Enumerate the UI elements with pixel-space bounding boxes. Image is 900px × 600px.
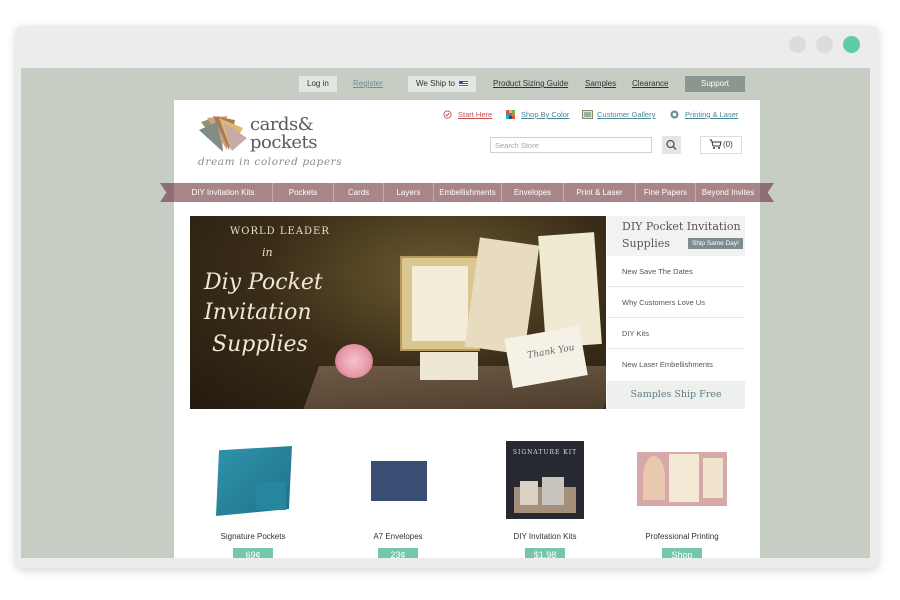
side-link-why-customers[interactable]: Why Customers Love Us [607, 287, 745, 318]
hero-flower [335, 344, 373, 378]
nav-item-pockets[interactable]: Pockets [273, 183, 334, 202]
register-link[interactable]: Register [353, 76, 383, 92]
product-diy-kits[interactable]: SIGNATURE KIT DIY Invitation Kits $1.98 [490, 436, 600, 558]
printing-laser-link[interactable]: Printing & Laser [685, 110, 738, 119]
logo-fan-icon [199, 116, 247, 152]
signature-kit-label: SIGNATURE KIT [512, 449, 578, 456]
nav-item-layers[interactable]: Layers [384, 183, 434, 202]
search-icon [666, 139, 677, 150]
browser-window: Log in Register We Ship to Product Sizin… [16, 26, 878, 568]
pocket-flap [256, 482, 286, 510]
samples-ship-free-link[interactable]: Samples Ship Free [607, 381, 745, 409]
nav-item-embellishments[interactable]: Embellishments [434, 183, 502, 202]
nav-item-print-laser[interactable]: Print & Laser [564, 183, 636, 202]
clearance-link[interactable]: Clearance [632, 76, 668, 92]
check-circle-icon [443, 110, 452, 119]
window-control-dot[interactable] [816, 36, 833, 53]
us-flag-icon [458, 80, 468, 87]
page-content: cards& pockets dream in colored papers S… [160, 100, 774, 558]
logo-tagline: dream in colored papers [198, 156, 343, 168]
product-price-button[interactable]: 23¢ [378, 548, 418, 558]
hero-in-text: in [262, 246, 273, 259]
site-logo[interactable]: cards& pockets dream in colored papers [197, 112, 342, 176]
product-name[interactable]: Professional Printing [627, 532, 737, 541]
search-button[interactable] [662, 136, 681, 154]
cart-icon [709, 139, 722, 149]
nav-item-fine-papers[interactable]: Fine Papers [636, 183, 696, 202]
main-nav: DIY Invitation Kits Pockets Cards Layers… [160, 183, 774, 202]
customer-gallery-link[interactable]: Customer Gallery [597, 110, 655, 119]
side-link-diy-kits[interactable]: DIY Kits [607, 318, 745, 349]
hero-rsvp-card [420, 352, 478, 380]
product-image [627, 436, 737, 522]
logo-text-pockets: pockets [250, 132, 317, 153]
cart-button[interactable]: (0) [700, 136, 742, 154]
hero-banner[interactable]: Thank You WORLD LEADER in Diy Pocket Inv… [190, 216, 606, 409]
page-viewport: Log in Register We Ship to Product Sizin… [21, 68, 870, 558]
ship-to-selector[interactable]: We Ship to [408, 76, 476, 92]
samples-link[interactable]: Samples [585, 76, 616, 92]
navy-envelope-image [371, 461, 427, 501]
hero-invitation-card [412, 266, 468, 341]
nav-item-cards[interactable]: Cards [334, 183, 384, 202]
product-image [343, 436, 453, 522]
window-titlebar [16, 26, 878, 66]
gallery-icon [582, 110, 593, 119]
login-link[interactable]: Log in [299, 76, 337, 92]
product-image [198, 436, 308, 522]
hero-script-line1: Diy Pocket [204, 270, 323, 295]
nav-item-envelopes[interactable]: Envelopes [502, 183, 564, 202]
ship-same-day-badge: Ship Same Day! [688, 238, 743, 249]
product-price-button[interactable]: $1.98 [525, 548, 565, 558]
sizing-guide-link[interactable]: Product Sizing Guide [493, 76, 568, 92]
window-control-dot-active[interactable] [843, 36, 860, 53]
side-panel-header: DIY Pocket Invitation Supplies Ship Same… [607, 216, 745, 256]
window-control-dot[interactable] [789, 36, 806, 53]
signature-kit-image: SIGNATURE KIT [506, 441, 584, 519]
product-name[interactable]: DIY Invitation Kits [490, 532, 600, 541]
product-image: SIGNATURE KIT [490, 436, 600, 522]
nav-item-beyond-invites[interactable]: Beyond Invites [696, 183, 760, 202]
side-link-laser-embellishments[interactable]: New Laser Embellishments [607, 349, 745, 380]
nav-item-diy-kits[interactable]: DIY Invitation Kits [174, 183, 273, 202]
ship-to-label: We Ship to [416, 79, 455, 88]
side-link-save-the-dates[interactable]: New Save The Dates [607, 256, 745, 287]
cart-count: (0) [723, 140, 733, 149]
nav-bar: DIY Invitation Kits Pockets Cards Layers… [174, 183, 760, 202]
product-signature-pockets[interactable]: Signature Pockets 69¢ [198, 436, 308, 558]
product-price-button[interactable]: 69¢ [233, 548, 273, 558]
hero-script-line3: Supplies [212, 332, 308, 357]
hero-script-line2: Invitation [204, 300, 312, 325]
hero-world-leader: WORLD LEADER [230, 226, 330, 237]
product-a7-envelopes[interactable]: A7 Envelopes 23¢ [343, 436, 453, 558]
start-here-link[interactable]: Start Here [458, 110, 492, 119]
product-professional-printing[interactable]: Professional Printing Shop [627, 436, 737, 558]
product-name[interactable]: A7 Envelopes [343, 532, 453, 541]
support-button[interactable]: Support [685, 76, 746, 92]
printing-icon [670, 110, 679, 119]
search-input[interactable]: Search Store [490, 137, 652, 153]
color-grid-icon [506, 110, 515, 119]
product-shop-button[interactable]: Shop [662, 548, 702, 558]
hero-thank-you-text: Thank You [526, 342, 576, 362]
product-name[interactable]: Signature Pockets [198, 532, 308, 541]
side-panel: DIY Pocket Invitation Supplies Ship Same… [607, 216, 745, 409]
nav-ribbon-right [758, 183, 774, 202]
printed-invitation-image [637, 452, 727, 506]
shop-by-color-link[interactable]: Shop By Color [521, 110, 569, 119]
